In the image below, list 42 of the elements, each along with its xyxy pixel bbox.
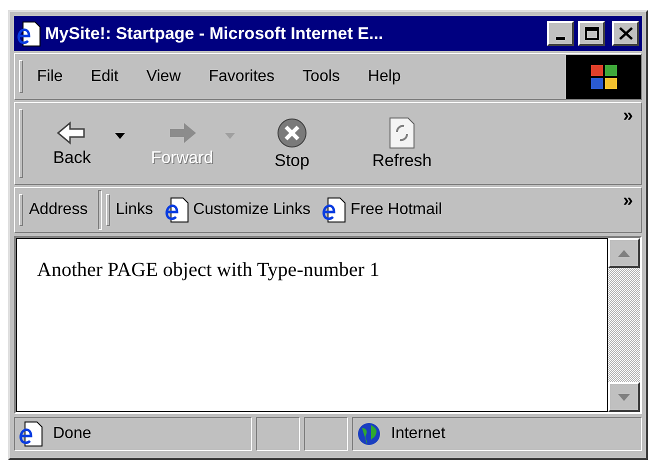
- scroll-bar[interactable]: [608, 238, 640, 412]
- stop-icon: [276, 116, 308, 148]
- left-arrow-icon: [56, 120, 88, 146]
- maximize-icon: [584, 27, 598, 40]
- windows-logo-icon: [566, 54, 641, 98]
- menu-item[interactable]: Favorites: [200, 66, 283, 88]
- links-label[interactable]: Links: [116, 201, 154, 219]
- globe-icon: [357, 422, 381, 446]
- close-icon: [618, 27, 632, 40]
- minimize-icon: [556, 36, 565, 40]
- menu-item[interactable]: File: [29, 66, 71, 88]
- scroll-up-button[interactable]: [608, 238, 640, 268]
- close-button[interactable]: [612, 21, 639, 46]
- page-icon: [165, 197, 190, 223]
- page-icon: [17, 20, 41, 46]
- link-button[interactable]: Free Hotmail: [316, 197, 448, 223]
- refresh-icon: [388, 116, 416, 148]
- page-icon: [322, 197, 346, 223]
- page-icon: [19, 421, 43, 447]
- down-triangle-icon: [618, 394, 630, 400]
- zone-text: Internet: [391, 425, 446, 443]
- back-button[interactable]: Back: [29, 120, 115, 168]
- stop-button[interactable]: Stop: [249, 116, 335, 170]
- scroll-down-button[interactable]: [608, 382, 640, 412]
- refresh-button[interactable]: Refresh: [359, 116, 445, 170]
- page-text: Another PAGE object with Type-number 1: [16, 238, 608, 412]
- more-chevron[interactable]: »: [622, 190, 633, 211]
- minimize-button[interactable]: [547, 21, 574, 46]
- status-pane: [304, 417, 348, 451]
- status-text: Done: [53, 425, 92, 443]
- maximize-button[interactable]: [578, 21, 605, 46]
- more-chevron[interactable]: »: [622, 105, 633, 126]
- menu-item[interactable]: Edit: [82, 66, 126, 88]
- status-pane: [256, 417, 300, 451]
- address-label[interactable]: Address: [29, 201, 88, 219]
- link-button[interactable]: Customize Links: [159, 197, 316, 223]
- menu-item[interactable]: View: [138, 66, 189, 88]
- up-triangle-icon: [618, 250, 630, 256]
- dropdown-arrow-icon[interactable]: [115, 132, 125, 138]
- menu-item[interactable]: Help: [360, 66, 409, 88]
- menu-item[interactable]: Tools: [294, 66, 348, 88]
- window-title: MySite!: Startpage - Microsoft Internet E...: [45, 24, 384, 44]
